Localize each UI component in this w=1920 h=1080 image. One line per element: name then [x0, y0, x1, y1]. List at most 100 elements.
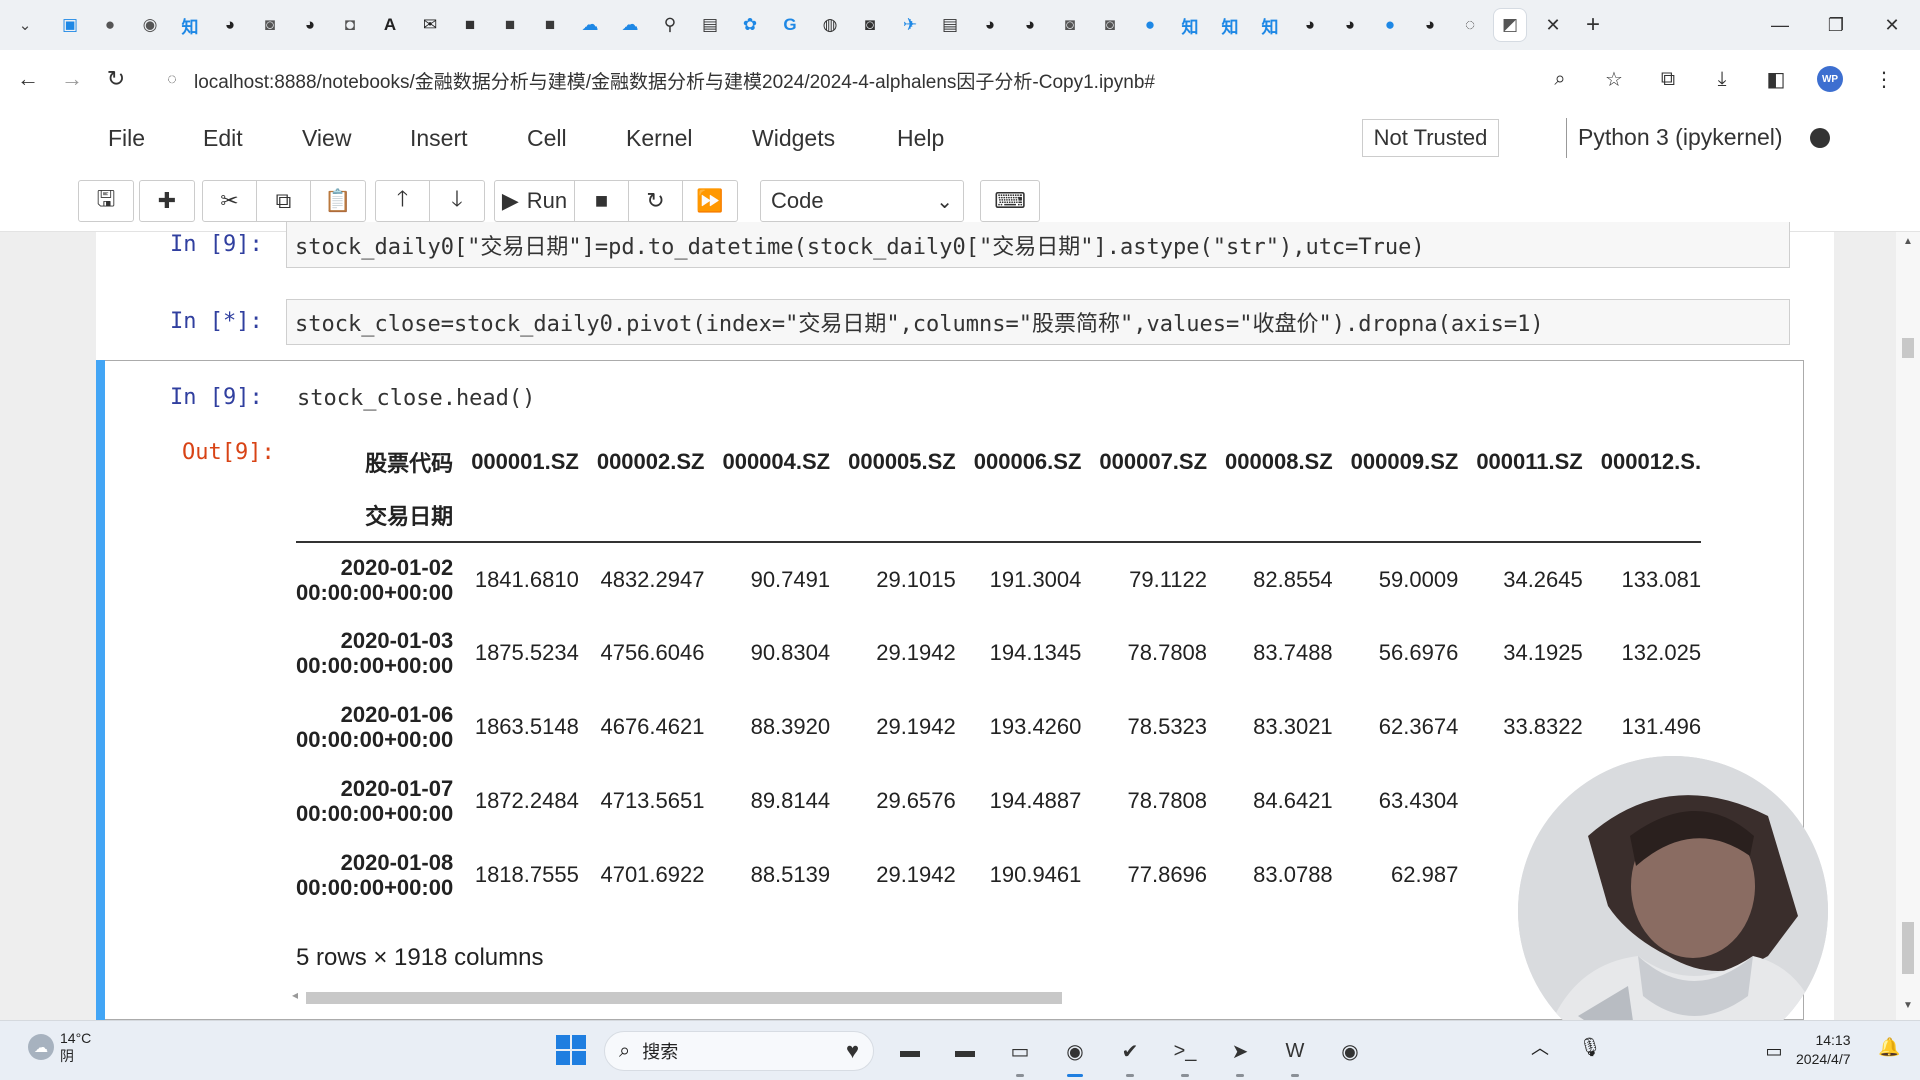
zoom-icon[interactable]: ⌕	[1540, 59, 1580, 99]
move-up-icon[interactable]: 🡑	[376, 181, 430, 221]
run-button[interactable]: ▶ Run	[495, 181, 575, 221]
browser-tab[interactable]: A	[374, 9, 406, 41]
browser-tab[interactable]: ◙	[854, 9, 886, 41]
browser-tab[interactable]: ◍	[814, 9, 846, 41]
browser-tab[interactable]: ◙	[254, 9, 286, 41]
insert-cell-icon[interactable]: ✚	[140, 181, 194, 221]
browser-tab[interactable]: 知	[1214, 9, 1246, 41]
browser-tab[interactable]: ◙	[1054, 9, 1086, 41]
cut-icon[interactable]: ✂	[203, 181, 257, 221]
menu-insert[interactable]: Insert	[410, 125, 468, 152]
new-tab-button[interactable]: +	[1578, 10, 1608, 40]
browser-tab[interactable]: ■	[534, 9, 566, 41]
restart-run-all-icon[interactable]: ⏩	[683, 181, 737, 221]
browser-tab[interactable]: ◕	[974, 9, 1006, 41]
browser-tab[interactable]: ◌	[1454, 9, 1486, 41]
page-vertical-scrollbar[interactable]: ▲ ▼	[1896, 232, 1920, 1020]
scrollbar-thumb[interactable]	[1902, 922, 1914, 974]
browser-tab[interactable]: ◘	[334, 9, 366, 41]
browser-tab[interactable]: ✈	[894, 9, 926, 41]
menu-help[interactable]: Help	[897, 125, 944, 152]
site-info-icon[interactable]: ◌	[160, 68, 184, 92]
scrollbar-thumb[interactable]	[306, 992, 1062, 1004]
menu-widgets[interactable]: Widgets	[752, 125, 835, 152]
interrupt-icon[interactable]: ■	[575, 181, 629, 221]
battery-icon[interactable]: ▭	[1760, 1037, 1788, 1065]
browser-tab[interactable]: ☁	[574, 9, 606, 41]
tab-search-chevron-icon[interactable]: ⌄	[8, 8, 42, 42]
window-dark-icon[interactable]: ▬	[945, 1031, 985, 1071]
terminal-icon[interactable]: >_	[1165, 1031, 1205, 1077]
browser-tab[interactable]: ◕	[294, 9, 326, 41]
weather-widget[interactable]: ☁ 14°C 阴	[28, 1029, 91, 1065]
browser-tab[interactable]: ◕	[1414, 9, 1446, 41]
bookmark-star-icon[interactable]: ☆	[1594, 59, 1634, 99]
browser-tab[interactable]: ▤	[694, 9, 726, 41]
scrollbar-thumb[interactable]	[1902, 338, 1914, 358]
browser-tab[interactable]: ◕	[1014, 9, 1046, 41]
browser-tab[interactable]: ◩	[1494, 9, 1526, 41]
file-explorer-icon[interactable]: ▭	[1000, 1031, 1040, 1077]
minimize-icon[interactable]: —	[1752, 0, 1808, 50]
forward-icon[interactable]: →	[52, 59, 92, 99]
back-icon[interactable]: ←	[8, 59, 48, 99]
window-close-icon[interactable]: ✕	[1864, 0, 1920, 50]
cell-type-select[interactable]: Code ⌄	[760, 180, 964, 222]
browser-tab[interactable]: 知	[1254, 9, 1286, 41]
menu-kernel[interactable]: Kernel	[626, 125, 692, 152]
wps-icon[interactable]: W	[1275, 1031, 1315, 1077]
menu-view[interactable]: View	[302, 125, 351, 152]
notification-icon[interactable]: 🔔	[1878, 1037, 1900, 1058]
taskbar-search[interactable]: ⌕ 搜索 ♥	[604, 1031, 874, 1071]
profile-button[interactable]: WP	[1810, 59, 1850, 99]
browser-tab[interactable]: ◕	[1294, 9, 1326, 41]
not-trusted-button[interactable]: Not Trusted	[1362, 119, 1499, 157]
menu-file[interactable]: File	[108, 125, 145, 152]
code-cell-input[interactable]: stock_close=stock_daily0.pivot(index="交易…	[286, 299, 1790, 345]
browser-tab[interactable]: ●	[1134, 9, 1166, 41]
save-icon[interactable]: 🖫	[79, 181, 133, 221]
browser-tab[interactable]: ✉	[414, 9, 446, 41]
scroll-left-icon[interactable]: ◂	[292, 988, 298, 1002]
browser-tab[interactable]: ■	[494, 9, 526, 41]
browser-tab[interactable]: ■	[454, 9, 486, 41]
url-field[interactable]: ◌ localhost:8888/notebooks/金融数据分析与建模/金融数…	[160, 63, 1520, 97]
sidebar-icon[interactable]: ◧	[1756, 59, 1796, 99]
browser-tab[interactable]: 知	[1174, 9, 1206, 41]
browser-tab[interactable]: ▤	[934, 9, 966, 41]
browser-tab[interactable]: ▣	[54, 9, 86, 41]
download-icon[interactable]: ⤓	[1702, 59, 1742, 99]
browser-tab[interactable]: ●	[1374, 9, 1406, 41]
browser-tab[interactable]: ◉	[134, 9, 166, 41]
restart-icon[interactable]: ↻	[629, 181, 683, 221]
scroll-up-icon[interactable]: ▲	[1903, 236, 1913, 247]
vscode-check-icon[interactable]: ✔	[1110, 1031, 1150, 1077]
reload-icon[interactable]: ↻	[96, 59, 136, 99]
microphone-icon[interactable]: 🎙	[1576, 1033, 1604, 1061]
browser-tab[interactable]: 知	[174, 9, 206, 41]
browser-tab[interactable]: G	[774, 9, 806, 41]
chevron-up-icon[interactable]: ︿	[1526, 1033, 1554, 1061]
browser-tab[interactable]: ◙	[1094, 9, 1126, 41]
browser-tab[interactable]: ◕	[1334, 9, 1366, 41]
browser-tab[interactable]: ✿	[734, 9, 766, 41]
code-cell-input[interactable]: stock_close.head()	[288, 375, 1792, 421]
windows-start-icon[interactable]	[556, 1035, 586, 1065]
extensions-icon[interactable]: ⧉	[1648, 59, 1688, 99]
close-tab-icon[interactable]: ✕	[1538, 10, 1568, 40]
kernel-name[interactable]: Python 3 (ipykernel)	[1578, 124, 1783, 151]
scroll-down-icon[interactable]: ▼	[1903, 1000, 1913, 1011]
browser-tab[interactable]: ⚲	[654, 9, 686, 41]
move-down-icon[interactable]: 🡓	[430, 181, 484, 221]
chrome-icon[interactable]: ◉	[1055, 1031, 1095, 1077]
browser-tab[interactable]: ●	[94, 9, 126, 41]
browser-menu-icon[interactable]: ⋮	[1864, 59, 1904, 99]
folder-dark-icon[interactable]: ▬	[890, 1031, 930, 1071]
browser-tab[interactable]: ☁	[614, 9, 646, 41]
record-icon[interactable]: ◉	[1330, 1031, 1370, 1071]
paste-icon[interactable]: 📋	[311, 181, 365, 221]
restore-icon[interactable]: ❐	[1808, 0, 1864, 50]
clock[interactable]: 14:13 2024/4/7	[1796, 1031, 1851, 1069]
keyboard-shortcuts-icon[interactable]: ⌨	[980, 180, 1040, 222]
arrow-app-icon[interactable]: ➤	[1220, 1031, 1260, 1077]
